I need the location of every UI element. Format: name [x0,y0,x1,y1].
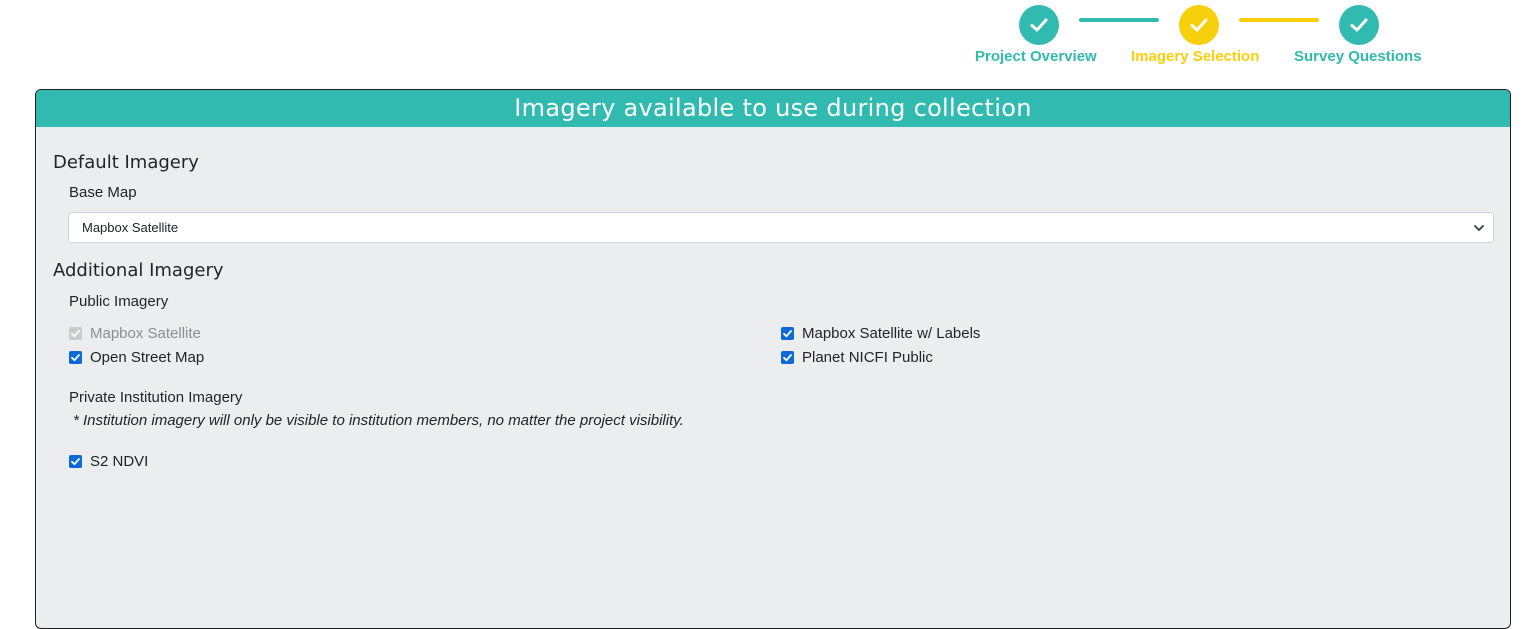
checkbox[interactable] [69,351,82,364]
option-label[interactable]: Open Street Map [90,349,204,366]
checkbox[interactable] [781,327,794,340]
step-imagery-selection-circle[interactable] [1179,5,1219,45]
checkbox [69,327,82,340]
option-label[interactable]: S2 NDVI [90,453,148,470]
public-imagery-option: Mapbox Satellite [69,325,201,342]
public-imagery-option[interactable]: Open Street Map [69,349,204,366]
private-imagery-note: * Institution imagery will only be visib… [73,412,684,429]
step-survey-questions-label[interactable]: Survey Questions [1294,48,1422,65]
checkbox[interactable] [69,455,82,468]
check-icon [783,330,792,338]
progress-stepper: Project Overview Imagery Selection Surve… [0,0,1524,80]
check-icon [71,354,80,362]
base-map-select[interactable]: Mapbox Satellite [68,212,1494,243]
step-connector-1 [1079,18,1159,22]
check-icon [71,330,80,338]
step-connector-2 [1239,18,1319,22]
option-label[interactable]: Planet NICFI Public [802,349,933,366]
public-imagery-option[interactable]: Mapbox Satellite w/ Labels [781,325,980,342]
check-icon [1350,18,1368,32]
public-imagery-option[interactable]: Planet NICFI Public [781,349,933,366]
step-project-overview-circle[interactable] [1019,5,1059,45]
check-icon [1190,18,1208,32]
public-imagery-label: Public Imagery [69,293,169,310]
imagery-panel: Imagery available to use during collecti… [35,89,1511,629]
checkbox[interactable] [781,351,794,364]
check-icon [71,458,80,466]
private-imagery-label: Private Institution Imagery [69,389,243,406]
default-imagery-heading: Default Imagery [53,152,199,173]
option-label[interactable]: Mapbox Satellite w/ Labels [802,325,980,342]
private-imagery-option[interactable]: S2 NDVI [69,453,148,470]
base-map-selected-value: Mapbox Satellite [82,220,179,235]
check-icon [1030,18,1048,32]
additional-imagery-heading: Additional Imagery [53,260,224,281]
step-project-overview-label[interactable]: Project Overview [975,48,1097,65]
chevron-down-icon [1474,225,1484,231]
check-icon [783,354,792,362]
base-map-label: Base Map [69,184,137,201]
step-survey-questions-circle[interactable] [1339,5,1379,45]
panel-title: Imagery available to use during collecti… [36,90,1510,127]
step-imagery-selection-label[interactable]: Imagery Selection [1131,48,1259,65]
option-label: Mapbox Satellite [90,325,201,342]
